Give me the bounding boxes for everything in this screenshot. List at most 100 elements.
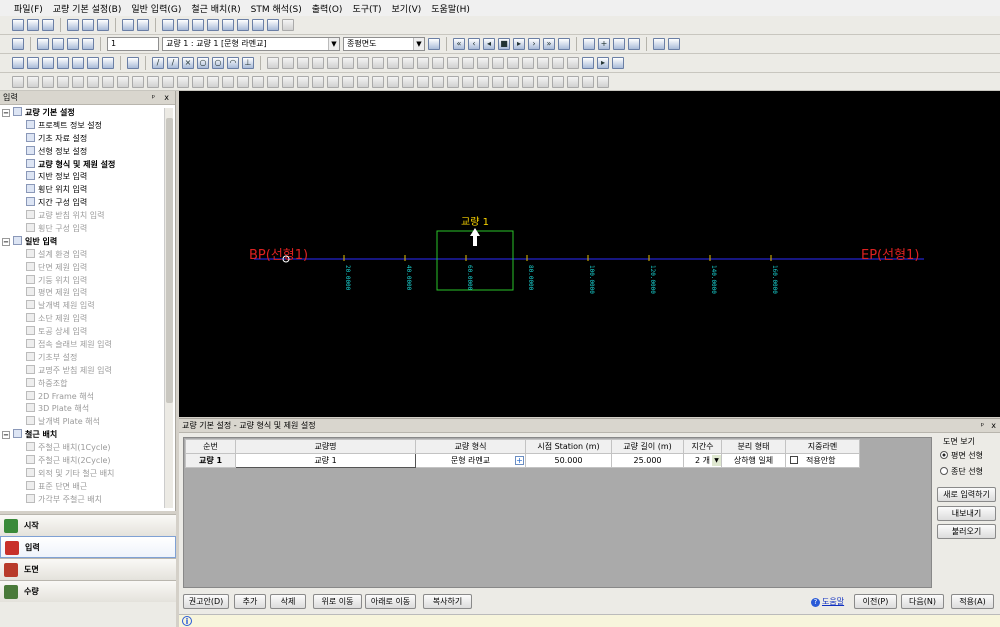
cell-spans[interactable]: 2 개 ▼: [683, 453, 722, 468]
radio-icon[interactable]: [940, 467, 948, 475]
cell-name[interactable]: 교량 1: [235, 453, 416, 468]
view-1-icon[interactable]: [162, 19, 174, 31]
zoom-out-icon[interactable]: [42, 57, 54, 69]
pin-icon[interactable]: ᵖ: [981, 419, 984, 433]
polyline-icon[interactable]: /: [167, 57, 179, 69]
tree-scrollbar[interactable]: [164, 108, 173, 508]
recommend-button[interactable]: 권고안(D): [183, 594, 229, 609]
layer-2-icon[interactable]: [52, 38, 64, 50]
close-icon[interactable]: x: [991, 419, 996, 433]
collapse-icon[interactable]: −: [2, 237, 10, 246]
cell-separation[interactable]: 상하행 일체: [721, 453, 786, 468]
tree-item[interactable]: 교량 형식 및 제원 설정: [2, 158, 162, 171]
bridge-select[interactable]: 교량 1 : 교량 1 [문형 라멘교] ▼: [162, 37, 340, 51]
text-icon[interactable]: [267, 19, 279, 31]
checkbox-icon[interactable]: [12, 38, 24, 50]
apply-button[interactable]: 적용(A): [951, 594, 994, 609]
settings-icon[interactable]: [668, 38, 680, 50]
menu-item[interactable]: 출력(O): [312, 2, 343, 15]
tree-item[interactable]: 지간 구성 입력: [2, 196, 162, 209]
view-select[interactable]: 종평면도 ▼: [343, 37, 425, 51]
menu-item[interactable]: 교량 기본 설정(B): [53, 2, 122, 15]
menu-item[interactable]: STM 해석(S): [251, 2, 302, 15]
menu-item[interactable]: 파일(F): [14, 2, 43, 15]
save-icon[interactable]: [42, 19, 54, 31]
pin-icon[interactable]: ᵖ: [152, 91, 155, 105]
zoom-window-2-icon[interactable]: [57, 57, 69, 69]
menu-item[interactable]: 도움말(H): [431, 2, 470, 15]
arc-icon[interactable]: ◠: [227, 57, 239, 69]
table-icon[interactable]: [237, 19, 249, 31]
help-link[interactable]: ? 도움말: [811, 596, 844, 607]
prev-button[interactable]: 이전(P): [854, 594, 897, 609]
print-preview-icon[interactable]: [137, 19, 149, 31]
collapse-icon[interactable]: −: [2, 431, 10, 440]
cell-station[interactable]: 50.000: [525, 453, 612, 468]
view-2-icon[interactable]: [177, 19, 189, 31]
play-icon[interactable]: ▸: [513, 38, 525, 50]
line-icon[interactable]: /: [152, 57, 164, 69]
export-button[interactable]: 내보내기: [937, 506, 996, 521]
export-icon[interactable]: [82, 19, 94, 31]
scrollbar-thumb[interactable]: [166, 118, 173, 403]
radio-profile[interactable]: 종단 선형: [940, 466, 997, 477]
chevron-down-icon[interactable]: ▼: [712, 455, 721, 466]
document-icon[interactable]: [612, 57, 624, 69]
cut-icon[interactable]: [97, 19, 109, 31]
cell-length[interactable]: 25.000: [611, 453, 684, 468]
checkbox[interactable]: [790, 456, 798, 464]
tree-section[interactable]: − 철근 배치: [2, 428, 162, 441]
nav-button[interactable]: 시작: [0, 514, 176, 536]
stop-icon[interactable]: ■: [498, 38, 510, 50]
zoom-realtime-icon[interactable]: [87, 57, 99, 69]
print-icon[interactable]: [122, 19, 134, 31]
collapse-icon[interactable]: −: [2, 109, 10, 117]
new-input-button[interactable]: 새로 입력하기: [937, 487, 996, 502]
new-icon[interactable]: [12, 19, 24, 31]
add-button[interactable]: 추가: [234, 594, 266, 609]
nav-button[interactable]: 수량: [0, 580, 176, 602]
prev-icon[interactable]: ◂: [483, 38, 495, 50]
nav-button[interactable]: 입력: [0, 536, 176, 558]
menu-item[interactable]: 도구(T): [352, 2, 381, 15]
circle-2-icon[interactable]: ○: [212, 57, 224, 69]
move-down-button[interactable]: 아래로 이동: [365, 594, 416, 609]
layer-4-icon[interactable]: [82, 38, 94, 50]
menu-item[interactable]: 철근 배치(R): [191, 2, 240, 15]
plus-icon[interactable]: +: [515, 456, 524, 465]
layer-1-icon[interactable]: [37, 38, 49, 50]
table-2-icon[interactable]: [582, 57, 594, 69]
next-button[interactable]: 다음(N): [901, 594, 944, 609]
menu-item[interactable]: 일반 입력(G): [131, 2, 181, 15]
zoom-all-icon[interactable]: [12, 57, 24, 69]
cell-type[interactable]: 문형 라멘교 +: [415, 453, 526, 468]
view-3-icon[interactable]: [192, 19, 204, 31]
radio-plan[interactable]: 평면 선형: [940, 450, 997, 461]
pan-icon[interactable]: [127, 57, 139, 69]
cross-icon[interactable]: ×: [182, 57, 194, 69]
tree-item[interactable]: 선형 정보 설정: [2, 145, 162, 158]
view-4-icon[interactable]: [207, 19, 219, 31]
prev-fast-icon[interactable]: ‹: [468, 38, 480, 50]
close-icon[interactable]: x: [164, 91, 169, 105]
frame-icon[interactable]: [628, 38, 640, 50]
import-button[interactable]: 불러오기: [937, 524, 996, 539]
copy-button[interactable]: 복사하기: [423, 594, 472, 609]
tree-section[interactable]: − 일반 입력: [2, 235, 162, 248]
save-as-icon[interactable]: [67, 19, 79, 31]
move-icon[interactable]: +: [598, 38, 610, 50]
tree-section[interactable]: − 교량 기본 설정: [2, 106, 162, 119]
tree-item[interactable]: 프로젝트 정보 설정: [2, 119, 162, 132]
table-row[interactable]: 교량 1 교량 1 문형 라멘교 + 50.000 25.000 2 개 ▼ 상하행…: [185, 453, 860, 468]
menu-item[interactable]: 보기(V): [392, 2, 422, 15]
radio-checked-icon[interactable]: [940, 451, 948, 459]
tools-icon[interactable]: [653, 38, 665, 50]
next-fast-icon[interactable]: ›: [528, 38, 540, 50]
zoom-in-icon[interactable]: [27, 57, 39, 69]
zoom-extent-icon[interactable]: [102, 57, 114, 69]
zoom-prev-icon[interactable]: [72, 57, 84, 69]
stage-input[interactable]: 1: [107, 37, 159, 51]
tree-item[interactable]: 기초 자료 설정: [2, 132, 162, 145]
layer-3-icon[interactable]: [67, 38, 79, 50]
circle-icon[interactable]: ○: [197, 57, 209, 69]
